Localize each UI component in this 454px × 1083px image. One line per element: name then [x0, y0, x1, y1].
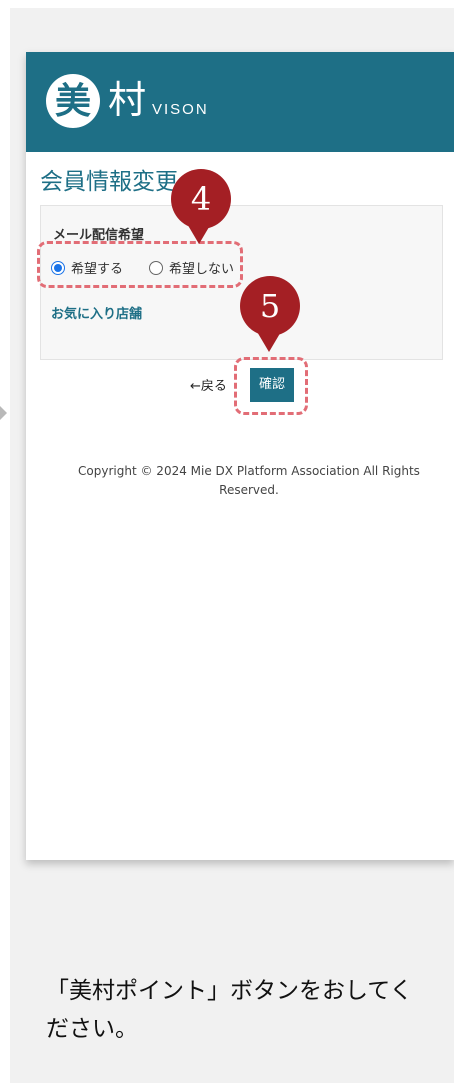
logo-circle: 美: [46, 74, 100, 128]
logo-text: VISON: [152, 101, 209, 118]
page-title: 会員情報変更: [40, 169, 178, 195]
app-header: 美 村 VISON: [26, 52, 454, 152]
step-marker-4: 4: [171, 169, 231, 229]
logo-kanji: 村: [108, 78, 147, 122]
phone-screen: 美 村 VISON 会員情報変更 メール配信希望 希望する 希望しない お気に入…: [26, 52, 454, 860]
highlight-mail-options: [37, 241, 243, 288]
back-button[interactable]: ←戻る: [184, 370, 233, 404]
step-marker-5: 5: [240, 276, 300, 336]
carousel-prev-arrow-icon[interactable]: [0, 406, 7, 420]
highlight-confirm-button: [234, 357, 308, 415]
copyright-text: Copyright © 2024 Mie DX Platform Associa…: [78, 464, 420, 497]
favorite-shops-link[interactable]: お気に入り店舗: [51, 303, 142, 322]
instruction-text: 「美村ポイント」ボタンをおしてください。: [46, 978, 413, 1042]
